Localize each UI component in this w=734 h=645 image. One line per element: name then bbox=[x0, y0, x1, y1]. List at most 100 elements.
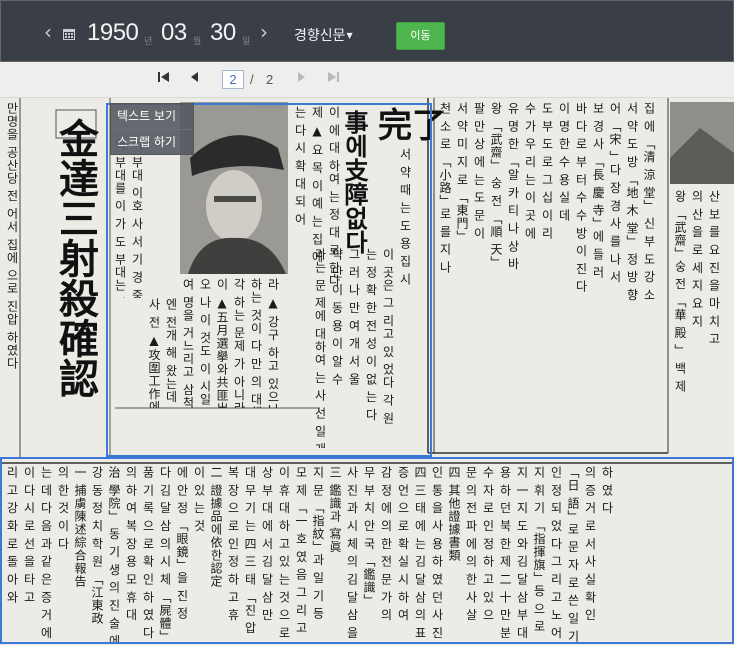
month-field[interactable]: 03 bbox=[161, 19, 187, 47]
article-column: 도 부 도 로 그 십 이 리 bbox=[540, 102, 554, 240]
article-column: 는 다 시 확 대 되 어 bbox=[293, 106, 307, 226]
article-column: 四 三 태 에 는 김 달 삼 의 표 bbox=[413, 466, 427, 640]
article-column: 는 데 다 음 과 같 은 증 거 에 bbox=[39, 466, 53, 640]
article-column: 治 學院」 동 기 생 의 진 술 에 bbox=[107, 466, 121, 642]
article-column: 인 정 되 었 다 그 리 고 노 어 bbox=[549, 466, 563, 640]
year-unit-label: 년 bbox=[144, 37, 153, 47]
article-column: 그 러 나 만 여 개 서 울 bbox=[347, 248, 361, 386]
main-headline: 金達三射殺確認 bbox=[52, 118, 99, 398]
support-subheadline: 事에支障없다 bbox=[340, 110, 369, 254]
newspaper-select-label: 경향신문 bbox=[294, 28, 346, 44]
article-column: 는 정 확 한 전 성 이 없 는 다 bbox=[364, 248, 378, 422]
article-column: 하는 것이 다 만 의 대책 은 하기 bbox=[249, 278, 263, 408]
article-column: 여 명을 거느리고 삼척 「三陟」방면에 준동 bbox=[181, 278, 195, 408]
article-column: 의 한 것 이 다 bbox=[56, 466, 70, 551]
article-column: 라는 문 제에 대하여 는 사 선 일 개 bbox=[313, 248, 327, 448]
article-column: 유 명 한 「알 카 티 나 상 바 bbox=[506, 102, 520, 271]
article-column: 인 통 을 사 용 하 였 던 사 진 bbox=[430, 466, 444, 640]
article-column: 용 하 던 북 한 제 二 十 만 분 bbox=[498, 466, 512, 640]
article-column: 라 ▲ 강구 하고 있으나 이 에 대해 bbox=[266, 278, 280, 408]
prev-date-arrow-icon[interactable]: ‹ bbox=[41, 21, 55, 43]
next-page-icon[interactable] bbox=[293, 71, 309, 87]
article-column: 지 一 지 도 와 김 달 삼 부 대 bbox=[515, 466, 529, 640]
article-column: 무 부 치 안 국 「鑑識」 bbox=[362, 466, 376, 608]
article-column: 사 전 ▲攻圍工作에의新企圖 bbox=[147, 298, 161, 408]
article-column: 왕 「武齋」숭 전 「華 殿 」 백 제 bbox=[673, 190, 687, 393]
article-column: 천 소 로 「小路」로 를 지 나 bbox=[438, 102, 452, 274]
article-column: 사 진 과 시 체 의 김 달 삼 을 내 bbox=[345, 466, 359, 642]
page-navigator: / 2 bbox=[0, 62, 734, 98]
article-column: 이 부대 이호 사 서 기 경 중참 모장 bbox=[130, 138, 144, 298]
article-column: 서 약 미 지 로 「東門」 bbox=[455, 102, 469, 244]
article-column: 증 언 으 로 확 실 시 하 여 bbox=[396, 466, 410, 622]
next-date-arrow-icon[interactable]: › bbox=[257, 21, 271, 43]
article-column: 오 나 이 것도 이 시일 문제 bbox=[198, 278, 212, 408]
page-number-input[interactable] bbox=[222, 70, 244, 89]
dropdown-caret-icon: ▼ bbox=[346, 31, 353, 40]
article-column: 서 약 도 방 「地 木 堂」 정 방 향 bbox=[625, 102, 639, 302]
article-column: 지 문 「指紋」과 일 기 등 bbox=[311, 466, 325, 621]
article-column: 문 의 전 파 에 의 한 사 살 bbox=[464, 466, 478, 622]
article-column: 이 있 는 것 bbox=[192, 466, 206, 533]
article-column: 서 약 때 는 도 용 집 시 bbox=[398, 148, 412, 286]
article-column: 감 정 에 의 한 전 문 가 의 bbox=[379, 466, 393, 622]
article-column: 이 휴 대 하 고 있 는 것 으 로 bbox=[277, 466, 291, 640]
article-column: 왕 「武齋」 숭 전 「順 天」 bbox=[489, 102, 503, 270]
calendar-icon[interactable] bbox=[63, 29, 75, 40]
view-text-menu-item[interactable]: 텍스트 보기 bbox=[111, 104, 193, 129]
article-column: 이 ▲五月選擧와共匪出沒 이 주요 소식 bbox=[215, 278, 229, 408]
newspaper-select[interactable]: 경향신문▼ bbox=[294, 25, 353, 47]
article-column: 팔 만 상 에 는 도 문 이 bbox=[472, 102, 486, 240]
article-column: 모 제 「一 호 였 음 그 리 고 bbox=[294, 466, 308, 635]
article-column: 어 「宋 」다 장 경 사 를 나 서 bbox=[608, 102, 622, 284]
article-column: 의 하 여 복 장 용 모 휴 대 bbox=[124, 466, 138, 622]
article-column: 의 산 을 로 세 지 요 지 bbox=[690, 190, 704, 328]
article-column: 복 장 으 로 인 정 하 고 휴 bbox=[226, 466, 240, 622]
svg-text:OVANAVER: OVANAVER bbox=[250, 103, 283, 110]
article-column: 바 다 로 부 터 수 수 방 이 진 다 bbox=[574, 102, 588, 294]
article-column: 각 하는 문제 가 아니라 그 하는 bbox=[232, 278, 246, 408]
article-column: 상 부 대 에 서 김 달 삼 만 bbox=[260, 466, 274, 622]
article-column: 에 안 정 「眼鏡」을 진 정 bbox=[175, 466, 189, 621]
article-column: 의 증 거 로 서 사 실 확 인 bbox=[583, 466, 597, 622]
article-column: 품 기 록 으 로 확 인 하 였 다 bbox=[141, 466, 155, 640]
article-column: 이 부대를 이 가 도 부대는 신용 상급 모 bbox=[113, 138, 127, 298]
article-column: 이 다 시 로 선 을 타 고 bbox=[22, 466, 36, 604]
article-column: 二 證據品에依한認定 bbox=[209, 466, 223, 588]
article-column: 하 였 다 bbox=[600, 466, 614, 515]
month-unit-label: 월 bbox=[193, 37, 202, 47]
total-pages-label: 2 bbox=[266, 72, 274, 87]
scrap-menu-item[interactable]: 스크랩 하기 bbox=[111, 129, 193, 154]
go-button[interactable]: 이동 bbox=[396, 22, 445, 50]
article-column: 四 其他證據書類 bbox=[447, 466, 461, 562]
year-field[interactable]: 1950 bbox=[87, 19, 139, 47]
article-column: 다 김 달 삼 의 시 체 「屍體」 bbox=[158, 466, 172, 642]
article-column: 대 무 기 는 四 三 태 「진 압 bbox=[243, 466, 257, 635]
article-column: 수 자 로 인 정 하 고 있 으 bbox=[481, 466, 495, 622]
article-column: 강 동 정 치 학 원 「江東政 bbox=[90, 466, 104, 625]
article-column: 보 경 사 「長 慶 寺」에 들 러 bbox=[591, 102, 605, 279]
article-column: 집 에 「清 涼 堂」 신 부 도 강 소 bbox=[642, 102, 656, 302]
article-column: 산 보 를 요 진 을 마 치 고 bbox=[707, 190, 721, 346]
newspaper-viewer[interactable]: OVANAVER 金達三射殺確認 完了 事에支障없다 만명을 공산당 전 어서 … bbox=[0, 98, 734, 645]
article-column: 만명을 공산당 전 어서 집에 으로 진압 하였다 bbox=[5, 102, 19, 370]
article-column: 약 만 이 동 용 이 알 수 bbox=[330, 248, 344, 386]
prev-page-icon[interactable] bbox=[187, 71, 203, 87]
day-unit-label: 일 bbox=[242, 37, 251, 47]
officer-portrait-photo: OVANAVER bbox=[180, 102, 288, 274]
article-column: 三 鑑識과 寫眞 bbox=[328, 466, 342, 554]
completion-headline: 完了 bbox=[378, 106, 446, 146]
article-column: 지 휘 기 「指揮旗」등 으 로 bbox=[532, 466, 546, 634]
article-column: 리 고 강 화 로 돌 아 와 bbox=[5, 466, 19, 604]
date-toolbar: ‹ 1950 년 03 월 30 일 › 경향신문▼ 이동 bbox=[0, 0, 734, 62]
article-column: 一 捕虜陳述綜合報告 bbox=[73, 466, 87, 588]
article-column: 「日 語」로 문 자 로 쓴 일 기 bbox=[566, 466, 580, 642]
last-page-icon[interactable] bbox=[325, 71, 341, 87]
article-context-menu: 텍스트 보기 스크랩 하기 bbox=[110, 103, 194, 155]
article-column: 이 명 한 수 용 실 데 bbox=[557, 102, 571, 222]
article-column: 엔 전개 해 왔는데 살 지난 에 대 목적 bbox=[163, 298, 178, 408]
first-page-icon[interactable] bbox=[156, 71, 172, 87]
article-column: 이 곳은 그 리고 있 었다 각 원 bbox=[381, 248, 395, 425]
day-field[interactable]: 30 bbox=[210, 19, 236, 47]
article-column: 수 가 우 리 는 이 곳 에 bbox=[523, 102, 537, 240]
